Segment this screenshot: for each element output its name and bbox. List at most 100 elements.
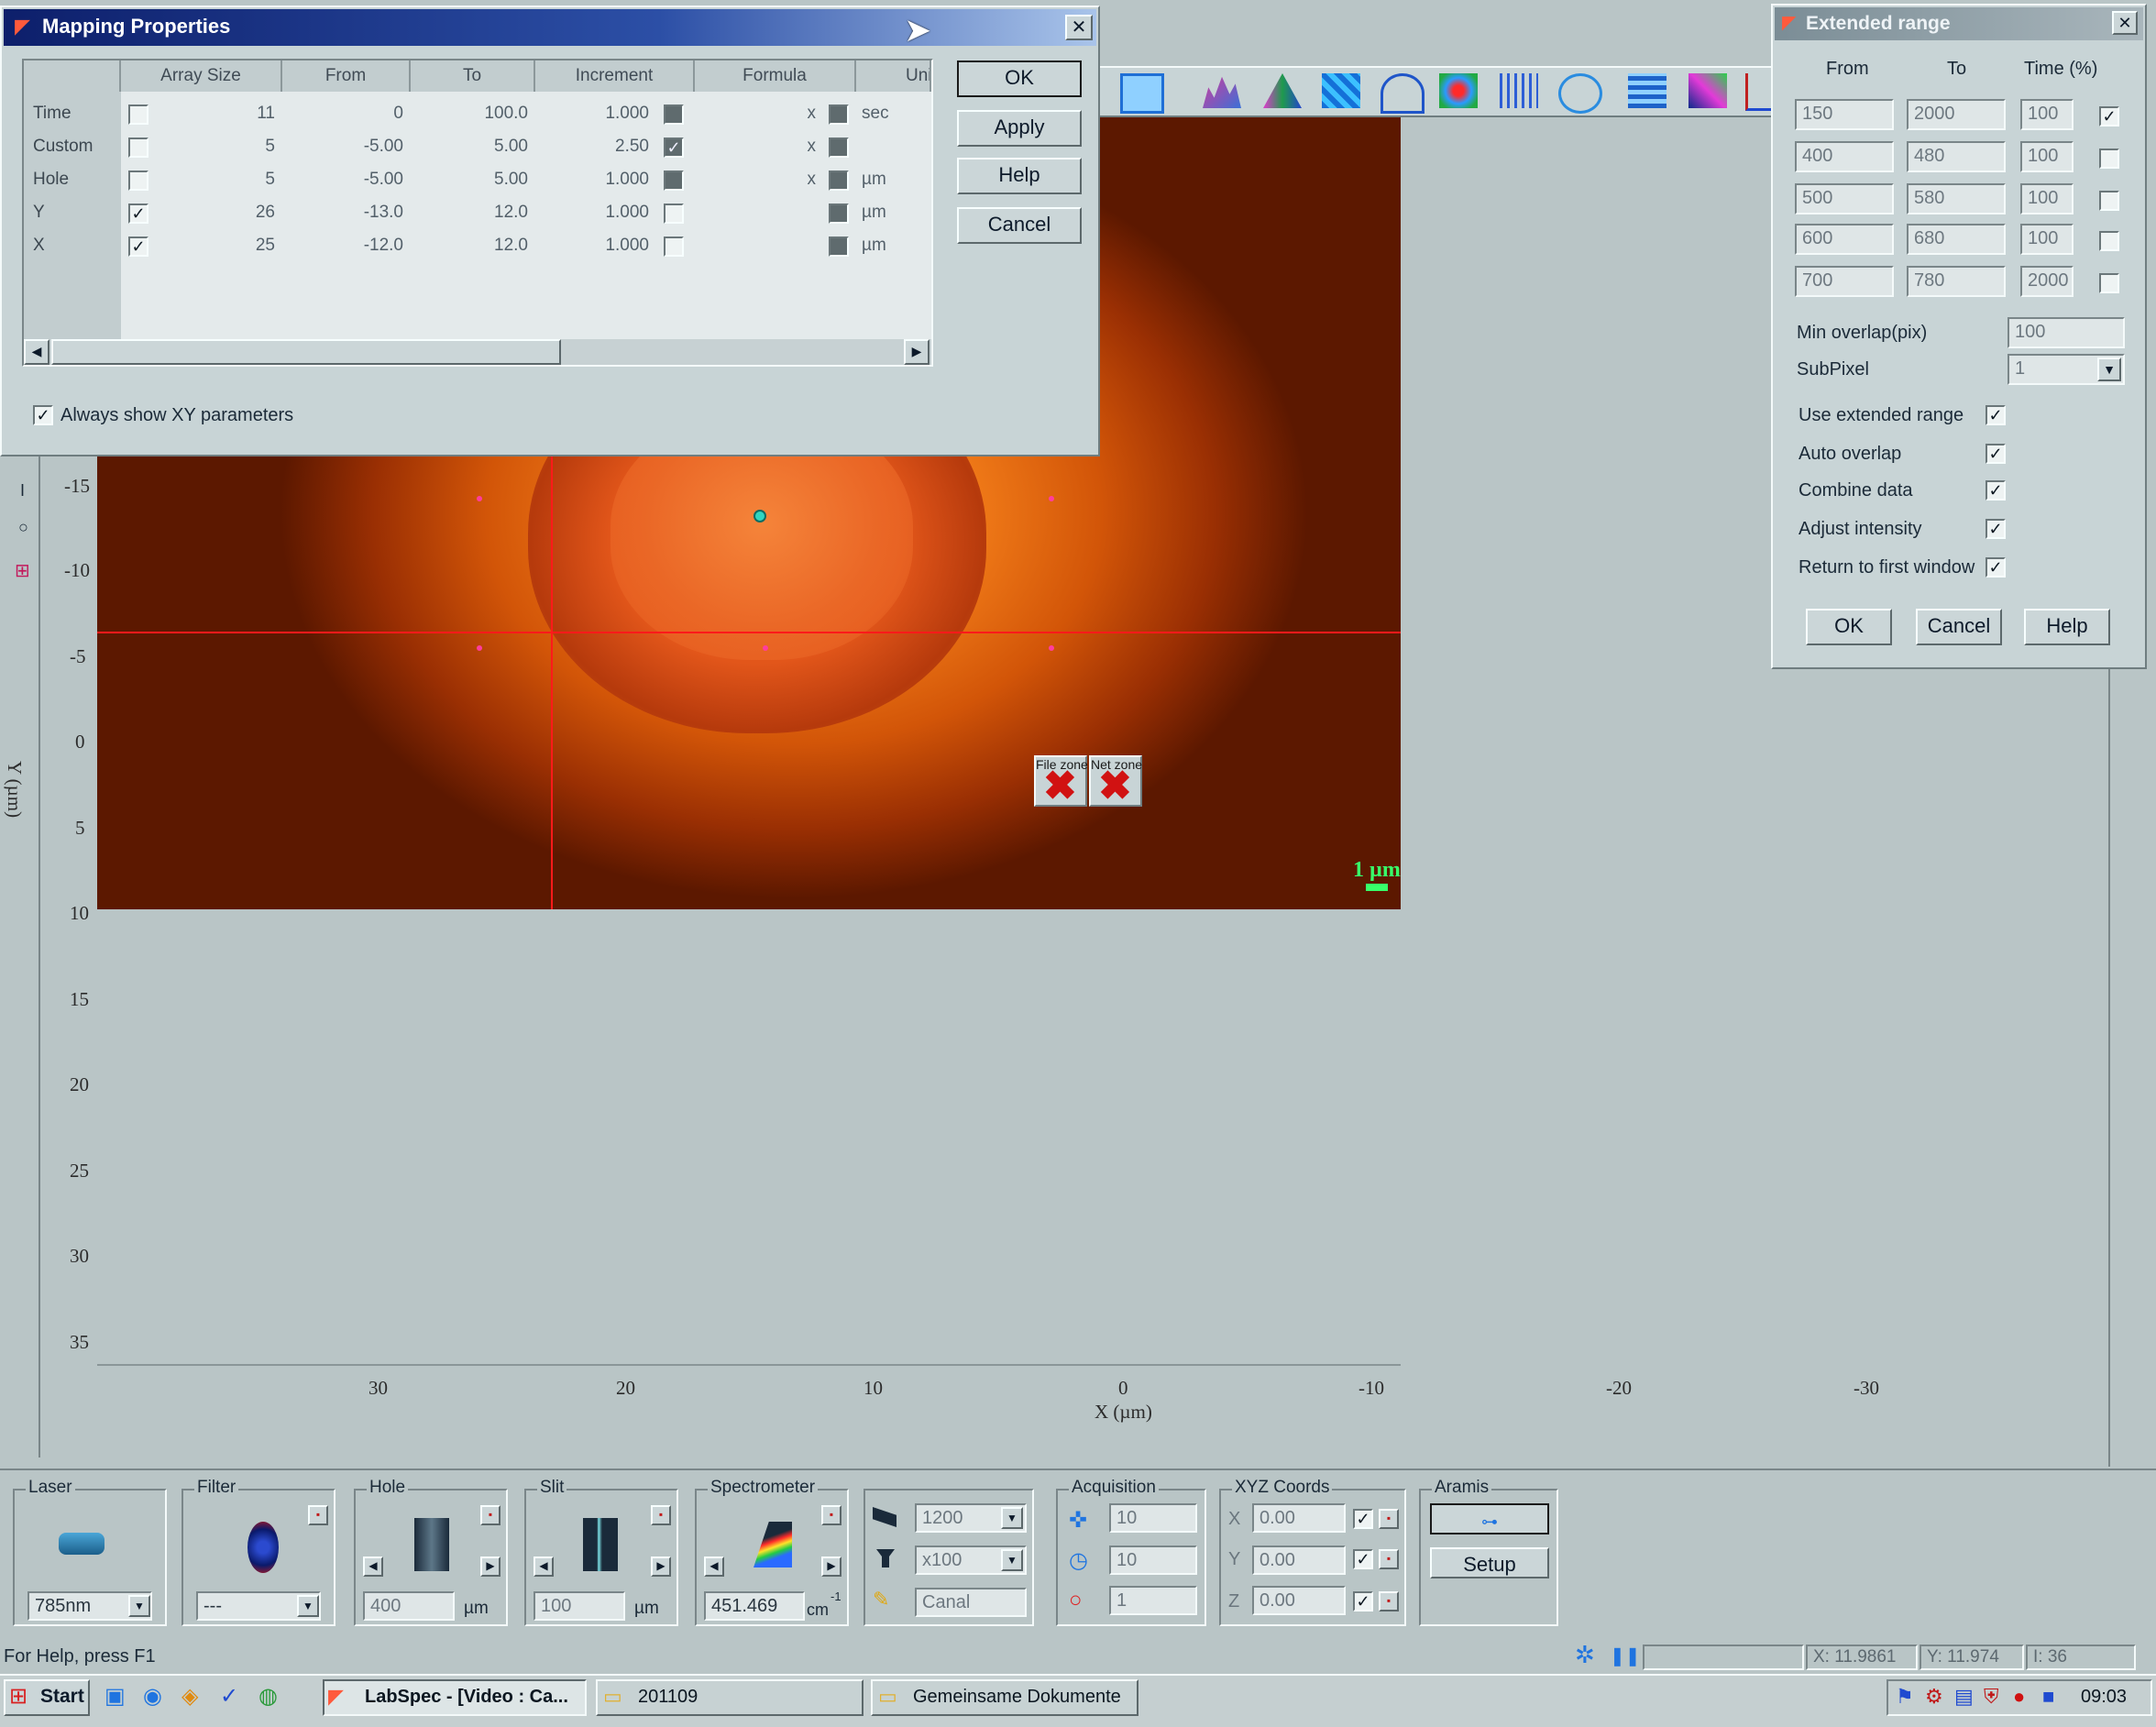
array-size-cell[interactable]: 11 [161, 97, 282, 130]
grid-h-scrollbar[interactable]: ◀ ▶ [24, 339, 931, 365]
spectrometer-value-field[interactable]: 451.469 [704, 1591, 805, 1621]
hole-increase-icon[interactable]: ▶ [480, 1556, 500, 1577]
scroll-right-icon[interactable]: ▶ [904, 339, 930, 365]
increment-checkbox[interactable] [664, 236, 684, 257]
range-to-field[interactable]: 680 [1907, 224, 2006, 255]
scroll-thumb[interactable] [51, 339, 561, 365]
quicklaunch-desktop-icon[interactable]: ▣ [104, 1683, 126, 1710]
always-show-checkbox[interactable]: ✓ [33, 405, 53, 425]
task-gemeinsame[interactable]: Gemeinsame Dokumente [871, 1679, 1138, 1716]
range-enable-checkbox[interactable] [2099, 148, 2119, 169]
range-from-field[interactable]: 500 [1795, 183, 1894, 214]
extended-cancel-button[interactable]: Cancel [1916, 609, 2002, 645]
video-capture-icon[interactable] [1120, 73, 1164, 114]
x-lock-checkbox[interactable]: ✓ [1353, 1509, 1373, 1529]
unit-cell[interactable]: µm [858, 163, 931, 196]
range-enable-checkbox[interactable] [2099, 191, 2119, 211]
mapping-ok-button[interactable]: OK [957, 60, 1082, 97]
mapping-help-button[interactable]: Help [957, 158, 1082, 194]
pause-icon[interactable]: ❚❚ [1610, 1644, 1641, 1667]
mapping-cancel-button[interactable]: Cancel [957, 207, 1082, 244]
range-time-field[interactable]: 2000 [2020, 266, 2074, 297]
row-enable-checkbox[interactable] [128, 170, 148, 191]
slit-decrease-icon[interactable]: ◀ [534, 1556, 554, 1577]
filter-small-button[interactable]: ▪ [308, 1505, 328, 1525]
increment-checkbox[interactable]: ✓ [664, 138, 684, 158]
canal-field[interactable]: Canal [915, 1588, 1027, 1617]
unit-cell[interactable]: µm [858, 229, 931, 262]
filter-icon[interactable] [1439, 73, 1478, 108]
multi-spectra-icon[interactable] [1500, 73, 1538, 108]
net-zone[interactable]: Net zone ✖ [1089, 755, 1142, 807]
option-checkbox[interactable]: ✓ [1986, 519, 2006, 539]
increment-checkbox[interactable] [664, 204, 684, 224]
z-coord-field[interactable]: 0.00 [1252, 1586, 1346, 1615]
range-time-field[interactable]: 100 [2020, 99, 2074, 130]
mapping-apply-button[interactable]: Apply [957, 110, 1082, 147]
option-checkbox[interactable]: ✓ [1986, 480, 2006, 500]
mapping-titlebar[interactable]: ◤ Mapping Properties ✕ [4, 9, 1096, 46]
from-cell[interactable]: -5.00 [282, 163, 411, 196]
acquisition-repeat-field[interactable]: 1 [1109, 1586, 1197, 1615]
tray-monitor-icon[interactable]: ▤ [1954, 1685, 1974, 1709]
laser-dropdown-icon[interactable]: ▼ [128, 1595, 150, 1617]
filter-dropdown-icon[interactable]: ▼ [297, 1595, 319, 1617]
to-cell[interactable]: 5.00 [411, 163, 535, 196]
acquisition-accum-field[interactable]: 10 [1109, 1546, 1197, 1575]
y-coord-field[interactable]: 0.00 [1252, 1546, 1346, 1575]
scroll-left-icon[interactable]: ◀ [24, 339, 50, 365]
tool-icon[interactable]: ○ [18, 518, 28, 537]
spectrometer-increase-icon[interactable]: ▶ [821, 1556, 842, 1577]
unit-checkbox[interactable] [829, 236, 849, 257]
array-size-cell[interactable]: 25 [161, 229, 282, 262]
quicklaunch-chrome-icon[interactable]: ◍ [258, 1683, 278, 1710]
3d-view-icon[interactable] [1688, 73, 1727, 108]
quicklaunch-ie-icon[interactable]: ◉ [143, 1683, 162, 1710]
array-size-cell[interactable]: 5 [161, 163, 282, 196]
hole-icon[interactable] [414, 1518, 449, 1571]
hole-value-field[interactable]: 400 [363, 1591, 455, 1621]
from-cell[interactable]: -12.0 [282, 229, 411, 262]
baseline-icon[interactable] [1380, 73, 1424, 114]
increment-cell[interactable]: 1.000 [535, 97, 656, 130]
file-zone[interactable]: File zone ✖ [1034, 755, 1088, 807]
array-size-cell[interactable]: 26 [161, 196, 282, 229]
unit-checkbox[interactable] [829, 104, 849, 125]
tray-display-icon[interactable]: ■ [2042, 1685, 2054, 1709]
z-lock-checkbox[interactable]: ✓ [1353, 1591, 1373, 1612]
extended-close-button[interactable]: ✕ [2112, 11, 2138, 35]
objective-dropdown-icon[interactable]: ▼ [1001, 1549, 1023, 1571]
formula-cell[interactable]: x [695, 97, 823, 130]
row-enable-checkbox[interactable]: ✓ [128, 204, 148, 224]
unit-checkbox[interactable] [829, 170, 849, 191]
tray-shield-icon[interactable]: ⛨ [1984, 1685, 1999, 1709]
slit-icon[interactable] [583, 1518, 618, 1571]
chevron-down-icon[interactable]: ▼ [2097, 358, 2121, 381]
unit-cell[interactable] [858, 130, 931, 163]
extended-ok-button[interactable]: OK [1806, 609, 1892, 645]
increment-cell[interactable]: 2.50 [535, 130, 656, 163]
tray-antivirus-icon[interactable]: ⚙ [1925, 1685, 1943, 1709]
from-cell[interactable]: -5.00 [282, 130, 411, 163]
min-overlap-field[interactable]: 100 [2008, 317, 2125, 348]
tray-power-icon[interactable]: ● [2013, 1685, 2025, 1709]
quicklaunch-tool-icon[interactable]: ✓ [220, 1683, 238, 1710]
from-cell[interactable]: -13.0 [282, 196, 411, 229]
range-time-field[interactable]: 100 [2020, 183, 2074, 214]
task-labspec[interactable]: LabSpec - [Video : Ca... [323, 1679, 587, 1716]
slit-increase-icon[interactable]: ▶ [651, 1556, 671, 1577]
increment-cell[interactable]: 1.000 [535, 163, 656, 196]
range-from-field[interactable]: 700 [1795, 266, 1894, 297]
formula-cell[interactable]: x [695, 163, 823, 196]
range-to-field[interactable]: 2000 [1907, 99, 2006, 130]
unit-cell[interactable]: µm [858, 196, 931, 229]
slit-small-button[interactable]: ▪ [651, 1505, 671, 1525]
aramis-setup-button[interactable]: Setup [1430, 1547, 1549, 1578]
unit-checkbox[interactable] [829, 138, 849, 158]
row-enable-checkbox[interactable] [128, 138, 148, 158]
to-cell[interactable]: 12.0 [411, 196, 535, 229]
refresh-icon[interactable] [1558, 73, 1602, 114]
range-from-field[interactable]: 150 [1795, 99, 1894, 130]
increment-checkbox[interactable] [664, 104, 684, 125]
filter-icon[interactable] [248, 1522, 279, 1573]
